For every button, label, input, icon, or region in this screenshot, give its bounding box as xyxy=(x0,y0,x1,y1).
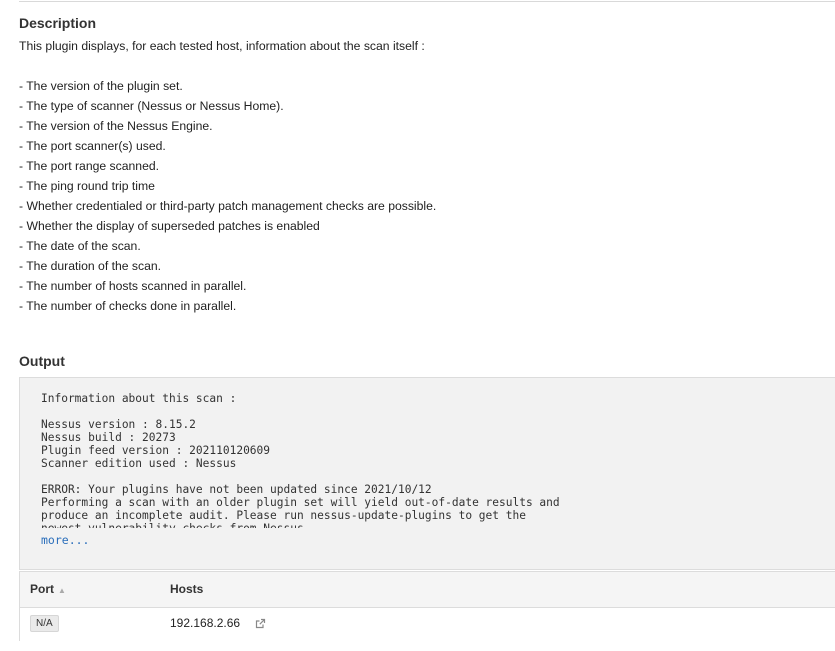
description-body: This plugin displays, for each tested ho… xyxy=(19,38,436,318)
description-item: - Whether credentialed or third-party pa… xyxy=(19,199,437,213)
description-item: - The version of the Nessus Engine. xyxy=(19,119,213,133)
port-column-label: Port xyxy=(30,582,54,596)
hosts-column-header[interactable]: Hosts xyxy=(170,582,203,596)
description-list: - The version of the plugin set. - The t… xyxy=(19,78,436,318)
description-item: - The port range scanned. xyxy=(19,159,160,173)
external-link-icon[interactable] xyxy=(255,618,266,632)
description-item: - The date of the scan. xyxy=(19,239,141,253)
top-divider xyxy=(19,1,835,2)
description-item: - The duration of the scan. xyxy=(19,259,162,273)
table-header: Port ▲ Hosts xyxy=(20,572,835,608)
description-item: - The ping round trip time xyxy=(19,179,155,193)
plugin-output-box: Information about this scan : Nessus ver… xyxy=(19,377,835,570)
description-item: - The type of scanner (Nessus or Nessus … xyxy=(19,99,284,113)
description-item: - The port scanner(s) used. xyxy=(19,139,166,153)
description-intro: This plugin displays, for each tested ho… xyxy=(19,39,425,53)
description-item: - The number of checks done in parallel. xyxy=(19,299,237,313)
plugin-output-text: Information about this scan : Nessus ver… xyxy=(41,392,560,528)
description-heading: Description xyxy=(19,15,97,31)
ports-hosts-table: Port ▲ Hosts N/A 192.168.2.66 xyxy=(19,571,835,641)
port-badge: N/A xyxy=(30,615,59,632)
table-row: N/A 192.168.2.66 xyxy=(20,608,835,641)
description-item: - Whether the display of superseded patc… xyxy=(19,219,320,233)
host-address: 192.168.2.66 xyxy=(170,616,241,630)
description-item: - The number of hosts scanned in paralle… xyxy=(19,279,247,293)
description-item: - The version of the plugin set. xyxy=(19,79,183,93)
more-link[interactable]: more... xyxy=(41,533,89,547)
host-cell: 192.168.2.66 xyxy=(170,616,266,632)
sort-ascending-icon: ▲ xyxy=(58,586,66,595)
output-heading: Output xyxy=(19,353,65,369)
port-column-header[interactable]: Port ▲ xyxy=(30,582,66,596)
